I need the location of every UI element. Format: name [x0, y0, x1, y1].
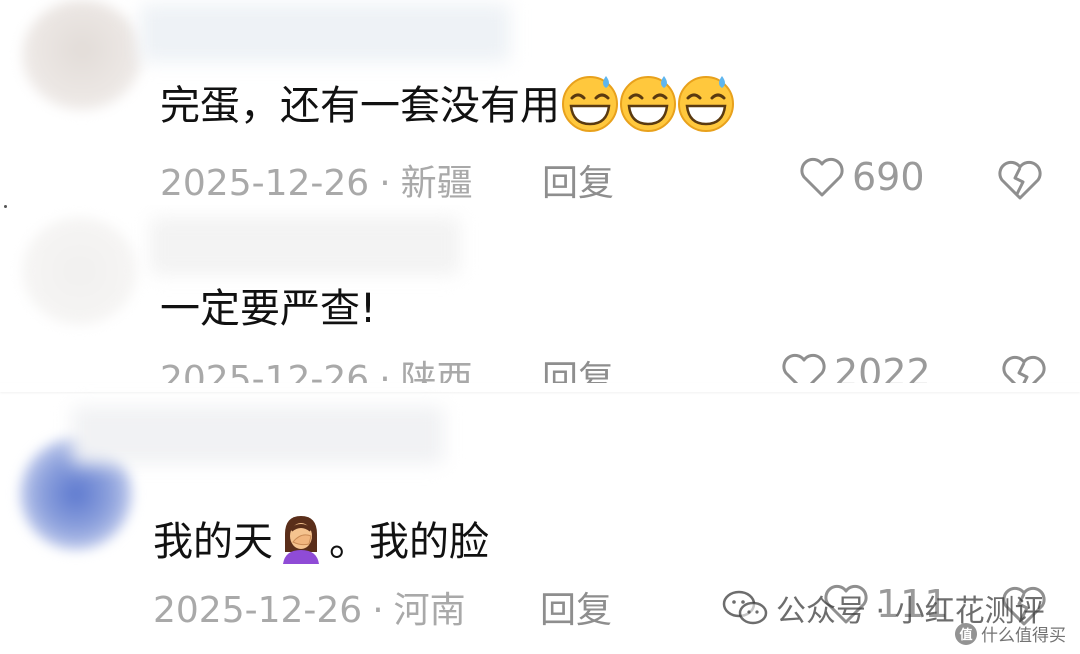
avatar[interactable] [22, 0, 142, 110]
grinning-face-with-sweat-icon [678, 76, 734, 132]
meta-separator: · [379, 359, 391, 383]
username-blurred[interactable] [140, 4, 510, 62]
screenshot-divider [0, 383, 1080, 392]
comment-text: 我的天 。我的脸 [153, 512, 489, 565]
comment-text: 一定要严查! [160, 279, 377, 332]
woman-facepalming-icon [283, 516, 319, 564]
like-button[interactable]: 2022 [780, 351, 931, 383]
comment-location: 陕西 [400, 359, 473, 383]
grinning-face-with-sweat-icon [562, 76, 618, 132]
comment-text: 完蛋，还有一套没有用 [160, 76, 734, 132]
like-count: 690 [852, 155, 925, 199]
smzdm-watermark: 值 什么值得买 [955, 621, 1066, 646]
comment-list-screenshot: 完蛋，还有一套没有用 2025-12-26 · 新疆 回复 690 一定要严查!… [0, 0, 1080, 654]
smzdm-logo-icon: 值 [955, 622, 977, 645]
comment-date-location: 2025-12-26 · 新疆 [160, 154, 473, 206]
watermark-site-label: 什么值得买 [981, 626, 1066, 646]
username-blurred[interactable] [72, 406, 444, 464]
comment-text-content: 一定要严查! [160, 286, 377, 332]
comment-location: 河南 [393, 590, 466, 631]
comment-date-location: 2025-12-26 · 河南 [153, 581, 466, 633]
meta-separator: · [379, 163, 391, 204]
like-button[interactable]: 690 [798, 155, 925, 199]
comment-date: 2025-12-26 [160, 163, 370, 204]
comment-date: 2025-12-26 [153, 590, 363, 631]
comment-item: 完蛋，还有一套没有用 2025-12-26 · 新疆 回复 690 [0, 0, 1080, 205]
comment-date: 2025-12-26 [160, 359, 370, 383]
heart-icon [782, 353, 826, 383]
username-blurred[interactable] [150, 217, 460, 275]
reply-button[interactable]: 回复 [542, 350, 614, 383]
heart-icon [800, 157, 844, 197]
meta-separator: · [372, 590, 384, 631]
broken-heart-icon[interactable] [996, 158, 1044, 202]
comment-date-location: 2025-12-26 · 陕西 [160, 350, 473, 383]
reply-button[interactable]: 回复 [540, 581, 612, 633]
broken-heart-icon[interactable] [1000, 353, 1048, 383]
comment-text-before: 我的天 [153, 519, 273, 565]
grinning-face-with-sweat-icon [620, 76, 676, 132]
like-count: 2022 [834, 351, 931, 383]
comment-item: 一定要严查! 2025-12-26 · 陕西 回复 2022 [0, 205, 1080, 383]
comment-location: 新疆 [400, 163, 473, 204]
avatar[interactable] [22, 217, 137, 325]
comment-text-after: 。我的脸 [329, 519, 489, 565]
comment-text-content: 完蛋，还有一套没有用 [160, 83, 560, 129]
wechat-icon [722, 590, 768, 625]
reply-button[interactable]: 回复 [542, 154, 614, 206]
